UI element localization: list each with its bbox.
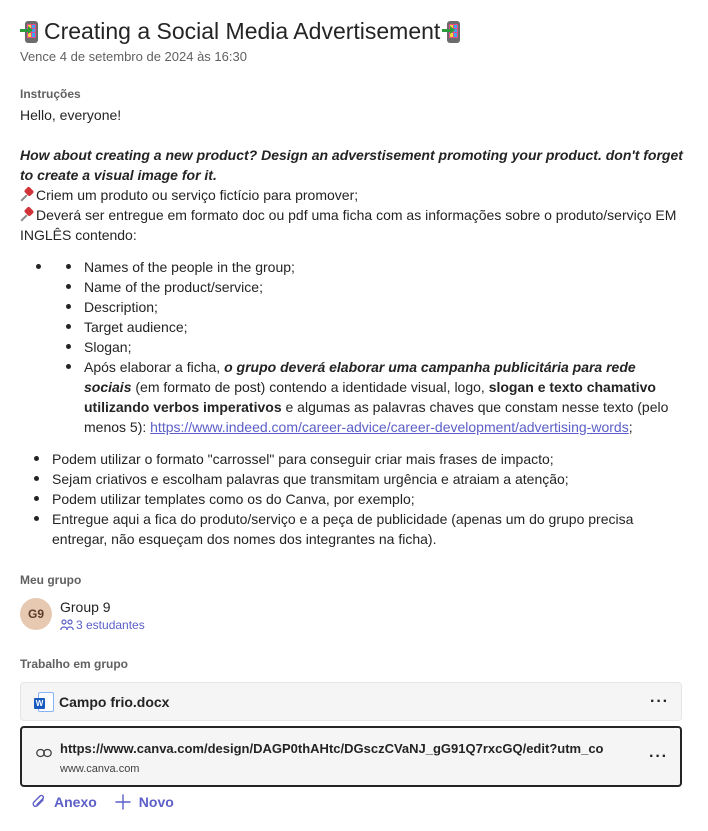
attach-button[interactable]: Anexo	[32, 794, 97, 810]
empty-bullet	[36, 264, 41, 269]
assignment-title-row: Creating a Social Media Advertisement	[20, 18, 464, 45]
new-label: Novo	[138, 794, 174, 810]
due-date: Vence 4 de setembro de 2024 às 16:30	[20, 49, 247, 64]
list-item-campaign: Após elaborar a ficha, o grupo deverá el…	[66, 357, 684, 437]
instructions-pin-line-1: Criem um produto ou serviço fictício par…	[20, 185, 688, 205]
list-item: Sejam criativos e escolham palavras que …	[34, 469, 684, 489]
pushpin-icon	[20, 188, 34, 202]
people-icon	[60, 619, 74, 631]
list-item: Slogan;	[66, 337, 684, 357]
list-item: Entregue aqui a fica do produto/serviço …	[34, 509, 684, 549]
instructions-label: Instruções	[20, 87, 81, 101]
list-item: Podem utilizar templates como os do Canv…	[34, 489, 684, 509]
assignment-title: Creating a Social Media Advertisement	[44, 18, 441, 44]
campaign-text: Após elaborar a ficha,	[84, 359, 225, 375]
group-members-count: 3 estudantes	[76, 618, 145, 632]
pushpin-icon	[20, 208, 34, 222]
mobile-phone-arrow-icon	[442, 20, 464, 44]
list-item: Target audience;	[66, 317, 684, 337]
instructions-pin-line-2: Deverá ser entregue em formato doc ou pd…	[20, 205, 688, 245]
mobile-phone-arrow-icon	[20, 20, 42, 44]
my-group-label: Meu grupo	[20, 573, 82, 587]
avatar: G9	[20, 598, 52, 630]
instructions-prompt: How about creating a new product? Design…	[20, 147, 683, 183]
outer-list: Podem utilizar o formato "carrossel" par…	[34, 449, 684, 549]
paperclip-icon	[32, 794, 45, 808]
group-members[interactable]: 3 estudantes	[60, 618, 145, 632]
attachment-link-card[interactable]: https://www.canva.com/design/DAGP0thAHtc…	[20, 726, 682, 787]
attachment-actions: Anexo Novo	[32, 794, 174, 810]
instructions-greeting: Hello, everyone!	[20, 107, 122, 123]
list-item: Podem utilizar o formato "carrossel" par…	[34, 449, 684, 469]
inner-list: Names of the people in the group; Name o…	[66, 257, 684, 437]
attachment-link-domain: www.canva.com	[60, 763, 140, 775]
pin-line-1-text: Criem um produto ou serviço fictício par…	[36, 187, 359, 203]
plus-icon	[115, 794, 131, 810]
link-icon	[36, 748, 52, 758]
group-name[interactable]: Group 9	[60, 599, 111, 615]
list-item: Name of the product/service;	[66, 277, 684, 297]
more-options-button[interactable]: ···	[649, 748, 668, 766]
campaign-text: (em formato de post) contendo a identida…	[131, 379, 489, 395]
list-item: Description;	[66, 297, 684, 317]
more-options-button[interactable]: ···	[650, 693, 669, 711]
new-button[interactable]: Novo	[115, 794, 174, 810]
attachment-link-url: https://www.canva.com/design/DAGP0thAHtc…	[60, 741, 604, 756]
attachment-file-name: Campo frio.docx	[59, 694, 170, 710]
list-item: Names of the people in the group;	[66, 257, 684, 277]
pin-line-2-text: Deverá ser entregue em formato doc ou pd…	[20, 207, 677, 243]
campaign-text: ;	[628, 419, 633, 435]
attach-label: Anexo	[54, 794, 97, 810]
attachment-file-card[interactable]: W Campo frio.docx ···	[20, 682, 682, 721]
word-document-icon: W	[34, 692, 54, 712]
group-work-label: Trabalho em grupo	[20, 657, 129, 671]
advertising-words-link[interactable]: https://www.indeed.com/career-advice/car…	[150, 419, 629, 435]
